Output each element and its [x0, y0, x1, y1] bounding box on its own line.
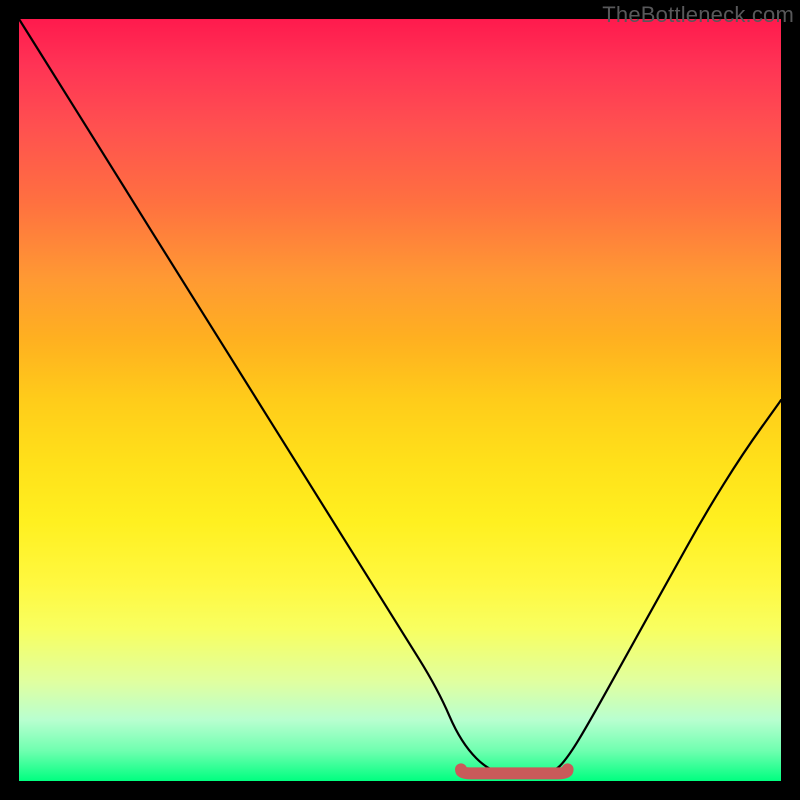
bottleneck-curve	[19, 19, 781, 781]
curve-line	[19, 19, 781, 773]
chart-container: TheBottleneck.com	[0, 0, 800, 800]
optimal-range-marker	[461, 769, 568, 773]
watermark-text: TheBottleneck.com	[602, 2, 794, 28]
plot-area	[19, 19, 781, 781]
